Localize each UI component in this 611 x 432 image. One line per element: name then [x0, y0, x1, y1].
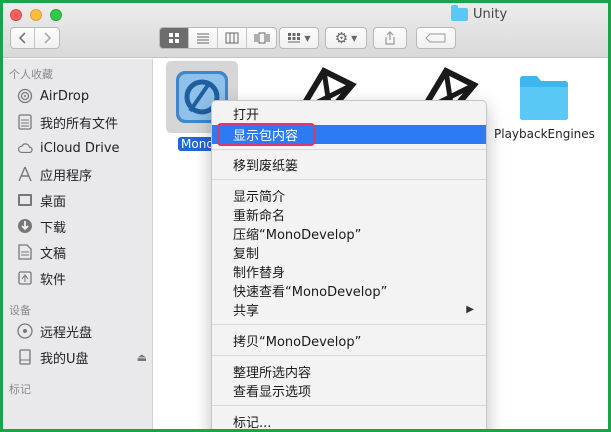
menu-item-open[interactable]: 打开 [212, 104, 486, 123]
minimize-window-button[interactable] [30, 9, 42, 21]
menu-item-share[interactable]: 共享 ▶ [212, 300, 486, 319]
window-title-text: Unity [473, 6, 508, 22]
folder-icon [451, 4, 468, 21]
sidebar-item-label: 远程光盘 [40, 325, 93, 341]
icon-view-button[interactable] [160, 28, 189, 48]
menu-item-get-info[interactable]: 显示简介 [212, 186, 486, 205]
sidebar-section-devices: 设备 [9, 304, 31, 317]
sidebar-item-label: 下载 [40, 220, 67, 236]
close-window-button[interactable] [10, 9, 22, 21]
sidebar-item-label: 我的所有文件 [40, 116, 119, 132]
applications-icon [17, 166, 33, 182]
submenu-arrow-icon: ▶ [466, 304, 474, 315]
sidebar-item-label: 我的U盘 [40, 351, 89, 367]
icon-view-icon [169, 33, 179, 43]
sidebar-item-software[interactable]: 软件 [17, 268, 66, 288]
zoom-window-button[interactable] [50, 9, 62, 21]
menu-item-clean-up-selection[interactable]: 整理所选内容 [212, 362, 486, 381]
sidebar-item-downloads[interactable]: 下载 [17, 216, 66, 236]
menu-item-quick-look[interactable]: 快速查看“MonoDevelop” [212, 281, 486, 300]
sidebar-item-applications[interactable]: 应用程序 [17, 164, 92, 184]
share-icon [385, 31, 395, 45]
sidebar: 个人收藏 AirDrop 我的所有文件 iCloud Drive 应用程序 桌面… [3, 59, 153, 429]
sidebar-item-icloud-drive[interactable]: iCloud Drive [17, 138, 120, 158]
sidebar-item-label: iCloud Drive [40, 140, 120, 156]
sidebar-item-remote-disc[interactable]: 远程光盘 [17, 321, 92, 341]
column-view-icon [225, 32, 239, 44]
menu-separator [212, 179, 486, 180]
forward-button[interactable] [35, 28, 59, 48]
download-icon [17, 218, 33, 234]
view-mode-selector [159, 27, 277, 49]
sidebar-item-documents[interactable]: 文稿 [17, 242, 66, 262]
folder-icon [520, 76, 569, 120]
sidebar-item-all-files[interactable]: 我的所有文件 [17, 112, 118, 132]
arrange-button[interactable]: ▼ [279, 27, 319, 49]
sidebar-section-tags: 标记 [9, 383, 31, 396]
menu-separator [212, 405, 486, 406]
chevron-down-icon: ▼ [351, 33, 358, 43]
gear-icon: ⚙ [334, 29, 349, 47]
sidebar-item-airdrop[interactable]: AirDrop [17, 86, 89, 106]
navigation-buttons [10, 27, 60, 49]
toolbar: Unity ▼ ⚙ ▼ [3, 3, 608, 58]
action-button[interactable]: ⚙ ▼ [325, 27, 367, 49]
sidebar-item-label: 桌面 [40, 194, 67, 210]
menu-item-show-view-options[interactable]: 查看显示选项 [212, 381, 486, 400]
chevron-down-icon: ▼ [304, 33, 311, 43]
sidebar-item-label: AirDrop [40, 88, 90, 104]
cloud-icon [17, 140, 33, 156]
remote-disc-icon [17, 323, 33, 339]
back-button[interactable] [11, 28, 35, 48]
menu-item-label: 共享 [233, 304, 260, 319]
list-view-button[interactable] [189, 28, 218, 48]
sidebar-item-label: 文稿 [40, 246, 67, 262]
menu-item-make-alias[interactable]: 制作替身 [212, 262, 486, 281]
desktop-icon [17, 192, 33, 208]
menu-item-compress[interactable]: 压缩“MonoDevelop” [212, 224, 486, 243]
eject-icon[interactable]: ⏏ [137, 351, 147, 364]
share-button[interactable] [373, 27, 407, 49]
sidebar-item-desktop[interactable]: 桌面 [17, 190, 66, 210]
file-item-playbackengines[interactable]: PlaybackEngines [494, 71, 595, 141]
folder-icon [17, 270, 33, 286]
sidebar-item-label: 应用程序 [40, 168, 93, 184]
menu-separator [212, 355, 486, 356]
menu-item-show-package-contents[interactable]: 显示包内容 [212, 125, 486, 144]
chevron-left-icon [18, 32, 26, 44]
all-files-icon [17, 114, 33, 130]
cover-flow-view-button[interactable] [247, 28, 276, 48]
list-view-icon [197, 33, 209, 44]
context-menu: 打开 显示包内容 移到废纸篓 显示简介 重新命名 压缩“MonoDevelop”… [211, 100, 487, 429]
chevron-right-icon [44, 32, 52, 44]
window-title: Unity [451, 4, 508, 23]
menu-separator [212, 324, 486, 325]
sidebar-section-favorites: 个人收藏 [9, 68, 53, 81]
menu-separator [212, 149, 486, 150]
cover-flow-view-icon [254, 32, 269, 44]
finder-window: Unity ▼ ⚙ ▼ 个人收藏 AirDrop 我的所有文件 iCloud D… [0, 0, 611, 432]
menu-item-tags[interactable]: 标记... [212, 412, 486, 429]
airdrop-icon [17, 88, 33, 104]
arrange-grid-icon [288, 33, 301, 43]
menu-item-move-to-trash[interactable]: 移到废纸篓 [212, 155, 486, 174]
menu-item-rename[interactable]: 重新命名 [212, 205, 486, 224]
menu-item-copy[interactable]: 拷贝“MonoDevelop” [212, 331, 486, 350]
tag-button[interactable] [416, 27, 456, 49]
sidebar-item-label: 软件 [40, 272, 67, 288]
usb-drive-icon [17, 349, 33, 365]
sidebar-item-usb-drive[interactable]: 我的U盘 ⏏ [17, 347, 147, 367]
menu-item-duplicate[interactable]: 复制 [212, 243, 486, 262]
file-label: PlaybackEngines [494, 127, 595, 141]
tag-icon [425, 33, 446, 43]
documents-icon [17, 244, 33, 260]
column-view-button[interactable] [218, 28, 247, 48]
